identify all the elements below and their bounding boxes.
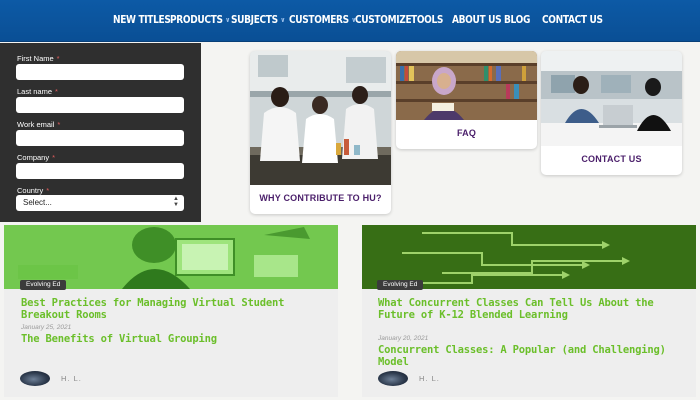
first-name-field[interactable] (16, 64, 184, 80)
country-label: Country * (17, 186, 49, 195)
country-select[interactable]: Select... ▲ ▼ (16, 195, 184, 211)
required-mark: * (52, 153, 56, 162)
tile-faq-label: FAQ (456, 128, 477, 138)
required-mark: * (57, 120, 61, 129)
post-title[interactable]: What Concurrent Classes Can Tell Us Abou… (378, 297, 684, 321)
main-nav: NEW TITLES PRODUCTS ∨ SUBJECTS ∨ CUSTOMERS… (0, 0, 700, 42)
tile-contact-us-label: CONTACT US (581, 154, 642, 164)
library-photo (396, 51, 537, 120)
nav-customers[interactable]: CUSTOMERS ∨ (289, 14, 356, 26)
nav-customize[interactable]: CUSTOMIZE (355, 14, 412, 26)
required-mark: * (55, 87, 58, 96)
work-email-label-text: Work email (17, 120, 55, 129)
select-arrows-icon: ▲ ▼ (173, 196, 179, 208)
nav-customers-label: CUSTOMERS (289, 14, 349, 26)
author-name[interactable]: H. L. (419, 374, 440, 383)
lab-photo (250, 51, 391, 185)
related-post-title[interactable]: The Benefits of Virtual Grouping (21, 333, 321, 345)
last-name-label: Last name * (17, 87, 58, 96)
post-title[interactable]: Best Practices for Managing Virtual Stud… (21, 297, 321, 321)
first-name-label-text: First Name (17, 54, 54, 63)
company-label: Company * (17, 153, 55, 162)
category-badge[interactable]: Evolving Ed (20, 280, 67, 290)
post-date: January 25, 2021 (21, 324, 72, 331)
students-laptop-photo (541, 51, 682, 146)
country-select-value: Select... (23, 198, 52, 207)
last-name-field[interactable] (16, 97, 184, 113)
required-mark: * (46, 186, 50, 195)
first-name-label: First Name * (17, 54, 60, 63)
nav-new-titles[interactable]: NEW TITLES (113, 14, 171, 26)
tile-why-contribute-label: WHY CONTRIBUTE TO HU? (259, 193, 382, 203)
avatar (378, 371, 408, 386)
nav-contact-us[interactable]: CONTACT US (542, 14, 603, 26)
nav-about-us[interactable]: ABOUT US (452, 14, 502, 26)
nav-products[interactable]: PRODUCTS ∨ (170, 14, 230, 26)
blog-card[interactable]: Evolving Ed Best Practices for Managing … (4, 225, 338, 397)
post-date: January 20, 2021 (378, 335, 429, 342)
work-email-field[interactable] (16, 130, 184, 146)
author-name[interactable]: H. L. (61, 374, 82, 383)
tile-contact-us[interactable]: CONTACT US (541, 51, 682, 175)
last-name-label-text: Last name (17, 87, 53, 96)
blog-card[interactable]: Evolving Ed What Concurrent Classes Can … (362, 225, 696, 397)
chevron-down-icon: ∨ (280, 16, 285, 24)
work-email-label: Work email * (17, 120, 60, 129)
chevron-down-icon: ∨ (225, 16, 230, 24)
tile-why-contribute[interactable]: WHY CONTRIBUTE TO HU? (250, 51, 391, 214)
category-badge[interactable]: Evolving Ed (377, 280, 424, 290)
nav-subjects-label: SUBJECTS (231, 14, 278, 26)
company-label-text: Company (17, 153, 50, 162)
nav-tools[interactable]: TOOLS (411, 14, 443, 26)
avatar (20, 371, 50, 386)
required-mark: * (56, 54, 60, 63)
nav-blog[interactable]: BLOG (504, 14, 530, 26)
related-post-title[interactable]: Concurrent Classes: A Popular (and Chall… (378, 344, 684, 368)
country-label-text: Country (17, 186, 44, 195)
nav-subjects[interactable]: SUBJECTS ∨ (231, 14, 285, 26)
company-field[interactable] (16, 163, 184, 179)
contact-form-panel: First Name * Last name * Work email * Compa… (0, 43, 201, 222)
nav-products-label: PRODUCTS (170, 14, 223, 26)
tile-faq[interactable]: FAQ (396, 51, 537, 149)
